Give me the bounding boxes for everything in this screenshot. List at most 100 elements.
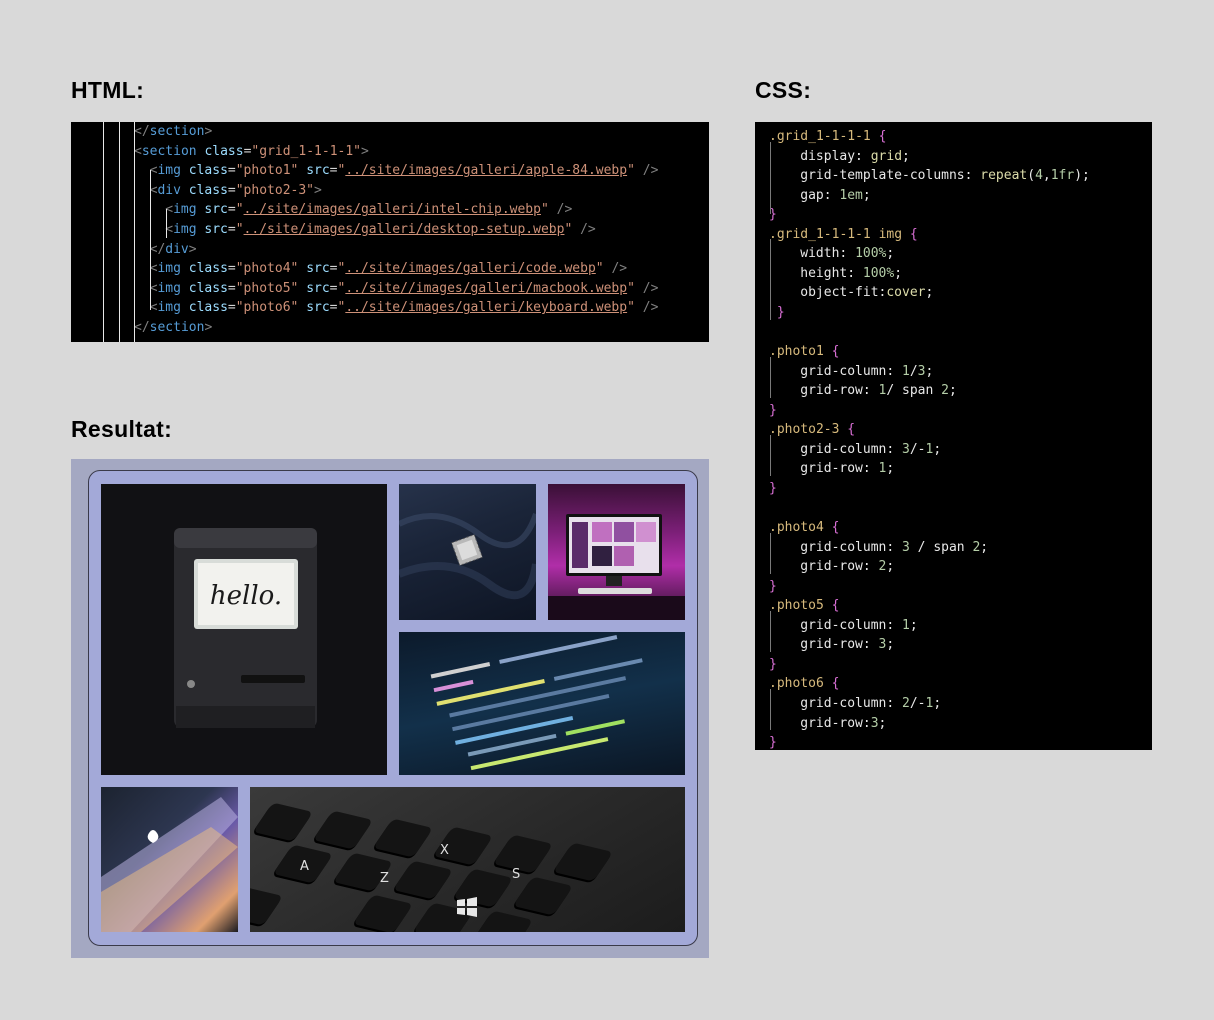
code-line: <img class="photo1" src="../site/images/… [150,161,659,181]
code-token: img [173,202,197,218]
code-line: } [769,479,777,499]
code-line: <img class="photo4" src="../site/images/… [150,259,627,279]
code-line: } [777,303,785,323]
code-token: 3 [917,363,926,379]
code-token: /> [642,300,659,316]
code-token: { [878,129,887,144]
macbook-illustration [101,797,238,932]
code-token: = [329,300,338,316]
code-token: = [227,261,236,277]
code-token: = [227,280,236,296]
code-token: /> [580,222,596,237]
code-token: } [769,735,777,750]
code-token: grid-column: [800,617,903,633]
photo4-code [399,632,685,775]
code-token: width: [800,246,856,262]
code-token: = [227,222,236,237]
indent-guide [150,170,151,310]
code-line: <section class="grid_1-1-1-1"> [134,142,369,162]
code-token: ); [1074,168,1090,184]
code-token: src [204,202,228,218]
photo5-macbook [101,787,238,932]
code-token: /> [556,202,573,218]
code-token: ; [925,285,934,301]
code-token: "photo1" [235,163,299,179]
code-token: = [227,300,236,316]
code-token: "photo4" [235,261,299,277]
code-token: ; [886,637,895,653]
css-code-panel: .grid_1-1-1-1 { display: grid; grid-templa… [755,122,1152,750]
result-heading: Resultat: [71,416,173,442]
code-token: ; [862,187,871,203]
code-token: </ [149,241,166,257]
code-line: } [769,401,777,421]
code-token: > [204,124,213,139]
code-token: ; [933,695,942,711]
code-line: .photo5 { [769,596,839,616]
code-token: " [235,202,244,218]
code-token: 1 [902,617,910,633]
code-token: 1em [839,187,863,203]
code-line: grid-template-columns: repeat(4,1fr); [800,166,1090,186]
code-token: grid-column: [800,441,903,457]
key-x-label: X [440,843,449,858]
desktop-illustration [548,514,685,620]
indent-guide [770,357,771,398]
key-z-label: Z [380,871,389,886]
code-token: " [595,261,604,277]
indent-guide [166,209,167,238]
indent-guide [770,533,771,574]
code-token: src [306,163,330,179]
code-token: ; [949,383,957,399]
code-token: height: [800,265,863,281]
code-line: object-fit:cover; [800,283,933,303]
code-token: div [157,182,181,198]
code-token: img [173,222,197,237]
code-token: .photo5 [769,598,824,614]
code-token: "photo2-3" [235,182,315,198]
html-code-panel: </ section > <section class="grid_1-1-1-1">… [71,122,709,342]
code-token: / span [886,383,942,399]
code-token: grid-column: [800,363,903,379]
code-token: class [204,143,244,159]
code-token: " [627,163,635,179]
code-token: } [769,480,777,496]
code-line: gap: 1em; [800,186,870,206]
code-line: grid-column: 3 / span 2; [800,538,988,558]
code-token: src [204,222,228,237]
indent-guide [770,611,771,652]
code-token: / span [909,539,973,555]
code-line: grid-column: 1; [800,616,917,636]
macintosh-illustration: hello. [174,528,317,728]
code-token: { [831,676,840,692]
code-token: 4 [1035,168,1043,184]
windows-key-icon [457,897,477,917]
code-token: ../site/images/galleri/apple-84.webp [345,163,628,179]
code-token: /> [642,280,659,296]
code-line: display: grid; [800,147,910,167]
code-line: .photo2-3 { [769,420,855,440]
code-token: < [134,143,142,159]
code-token: .grid_1-1-1-1 [769,129,871,144]
code-token: /> [611,261,628,277]
code-token: ../site/images/galleri/keyboard.webp [345,300,628,316]
code-token: { [847,422,856,438]
code-token: } [769,578,777,594]
code-token: " [540,202,549,218]
code-token: .grid_1-1-1-1 img [769,226,903,242]
code-token: display: [800,148,871,164]
code-token: = [227,182,236,198]
code-token: 1fr [1050,168,1075,184]
code-token: section [141,143,197,159]
indent-guide [119,122,120,342]
code-line: <div class="photo2-3"> [150,181,322,201]
code-token: ; [886,559,895,575]
code-token: " [627,300,635,316]
